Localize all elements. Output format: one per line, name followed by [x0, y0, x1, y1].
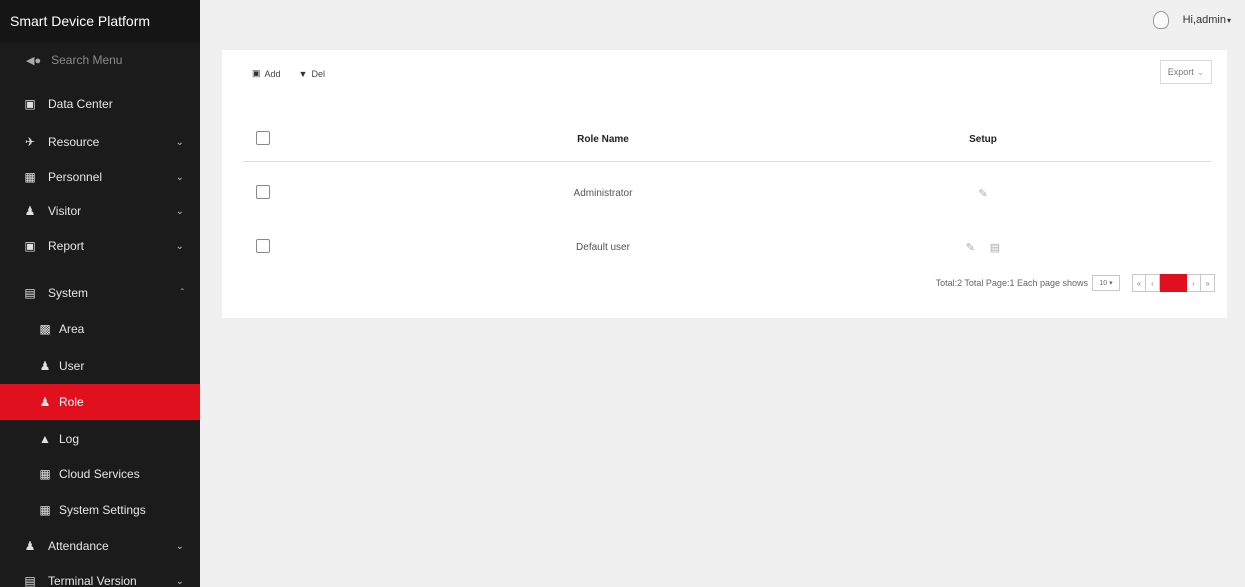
sidebar-item-user[interactable]: ♟ User [0, 348, 200, 384]
sidebar-item-cloud-services[interactable]: ▦ Cloud Services [0, 456, 200, 492]
person-icon: ♟ [24, 539, 36, 553]
table-row: Administrator ✎ [243, 172, 1211, 216]
setup-cell: ✎ [883, 172, 1083, 216]
edit-icon[interactable]: ✎ [966, 226, 975, 270]
role-name-cell: Administrator [573, 188, 633, 199]
column-header-role-name: Role Name [577, 134, 629, 145]
user-menu[interactable]: Hi,admin ▾ [1152, 11, 1231, 29]
sidebar-item-label: System [48, 286, 89, 300]
top-bar: Hi,admin ▾ [200, 0, 1245, 42]
search-icon: ◀● [26, 54, 42, 67]
chevron-down-icon: ⌄ [175, 240, 184, 252]
plane-icon: ✈ [24, 135, 36, 149]
sidebar-item-label: Visitor [48, 204, 82, 218]
chevron-down-icon: ⌄ [175, 575, 184, 587]
sidebar-item-visitor[interactable]: ♟ Visitor ⌄ [0, 193, 200, 229]
sidebar-item-resource[interactable]: ✈ Resource ⌄ [0, 124, 200, 160]
person-icon: ♟ [24, 204, 36, 218]
role-name-cell: Default user [576, 242, 630, 253]
search-menu[interactable]: ◀● Search Menu [0, 42, 200, 78]
person-icon: ♟ [39, 359, 51, 373]
current-page-button[interactable]: 1 [1160, 274, 1187, 292]
calendar-icon: ▦ [39, 467, 51, 481]
calendar-icon: ▦ [39, 503, 51, 517]
export-label: Export [1167, 67, 1194, 77]
monitor-icon: ▣ [24, 239, 36, 253]
del-label: Del [311, 68, 325, 79]
sidebar-item-label: Personnel [48, 170, 103, 184]
drive-icon: ▤ [24, 286, 36, 300]
page-size-value: 10 [1099, 279, 1108, 287]
edit-icon[interactable]: ✎ [978, 172, 987, 216]
sidebar-item-label: Area [59, 322, 85, 336]
caret-down-icon: ▾ [1226, 15, 1231, 25]
avatar [1152, 11, 1169, 29]
person-icon: ♟ [39, 395, 51, 409]
chevron-down-icon: ⌄ [1196, 66, 1205, 77]
toolbar: ▣ Add ▼ Del [252, 68, 343, 79]
monitor-icon: ▣ [24, 97, 36, 111]
sidebar-item-report[interactable]: ▣ Report ⌄ [0, 228, 200, 264]
sidebar: Smart Device Platform ◀● Search Menu ▣ D… [0, 0, 200, 587]
chevron-down-icon: ⌄ [175, 205, 184, 217]
sidebar-item-label: Log [59, 432, 80, 446]
caret-down-icon: ▾ [1109, 280, 1113, 287]
main-content: ▣ Add ▼ Del Export ⌄ Role Name Setup Adm… [200, 42, 1245, 587]
area-icon: ▩ [39, 322, 51, 336]
page-size-select[interactable]: 10 ▾ [1092, 275, 1120, 291]
first-page-button[interactable]: « [1132, 274, 1146, 292]
sidebar-item-label: Data Center [48, 97, 113, 111]
drive-icon: ▤ [24, 574, 36, 587]
sidebar-item-label: User [59, 359, 85, 373]
search-menu-label: Search Menu [51, 53, 123, 67]
chevron-down-icon: ⌄ [175, 171, 184, 183]
sidebar-item-area[interactable]: ▩ Area [0, 311, 200, 347]
log-icon: ▲ [39, 432, 51, 446]
pagination: Total:2 Total Page:1 Each page shows 10 … [936, 274, 1215, 292]
delete-icon[interactable]: ▤ [990, 226, 1000, 270]
add-icon: ▣ [252, 68, 261, 78]
sidebar-item-log[interactable]: ▲ Log [0, 421, 200, 457]
sidebar-item-system-settings[interactable]: ▦ System Settings [0, 492, 200, 528]
chevron-down-icon: ⌄ [175, 136, 184, 148]
user-label: Hi,admin [1182, 14, 1226, 26]
delete-button[interactable]: ▼ Del [299, 68, 325, 79]
sidebar-item-label: Report [48, 239, 85, 253]
add-button[interactable]: ▣ Add [252, 68, 281, 79]
next-page-button[interactable]: › [1187, 274, 1201, 292]
sidebar-item-label: Role [59, 395, 84, 409]
trash-icon: ▼ [298, 68, 308, 79]
sidebar-item-role[interactable]: ♟ Role [0, 384, 200, 420]
chevron-down-icon: ⌄ [175, 540, 184, 552]
sidebar-item-label: Cloud Services [59, 467, 140, 481]
table-row: Default user ✎ ▤ [243, 226, 1211, 270]
pagination-summary: Total:2 Total Page:1 Each page shows [935, 278, 1088, 288]
export-button[interactable]: Export ⌄ [1160, 60, 1212, 84]
sidebar-item-label: Attendance [48, 539, 109, 553]
sidebar-item-terminal-version[interactable]: ▤ Terminal Version ⌄ [0, 563, 200, 587]
last-page-button[interactable]: » [1201, 274, 1215, 292]
setup-cell: ✎ ▤ [883, 226, 1083, 270]
column-header-setup: Setup [969, 134, 997, 145]
people-icon: ▦ [24, 170, 36, 184]
sidebar-item-system[interactable]: ▤ System ˆ [0, 275, 200, 311]
sidebar-item-label: System Settings [59, 503, 146, 517]
add-label: Add [264, 68, 281, 79]
sidebar-item-label: Resource [48, 135, 100, 149]
row-checkbox[interactable] [256, 185, 270, 199]
chevron-up-icon: ˆ [180, 287, 184, 299]
table-header: Role Name Setup [243, 118, 1211, 162]
select-all-checkbox[interactable] [256, 131, 270, 145]
brand-title: Smart Device Platform [0, 0, 200, 42]
sidebar-item-attendance[interactable]: ♟ Attendance ⌄ [0, 528, 200, 564]
sidebar-item-data-center[interactable]: ▣ Data Center [0, 86, 200, 122]
row-checkbox[interactable] [256, 239, 270, 253]
prev-page-button[interactable]: ‹ [1146, 274, 1160, 292]
sidebar-item-label: Terminal Version [48, 574, 137, 587]
sidebar-item-personnel[interactable]: ▦ Personnel ⌄ [0, 159, 200, 195]
role-panel: ▣ Add ▼ Del Export ⌄ Role Name Setup Adm… [222, 50, 1227, 318]
